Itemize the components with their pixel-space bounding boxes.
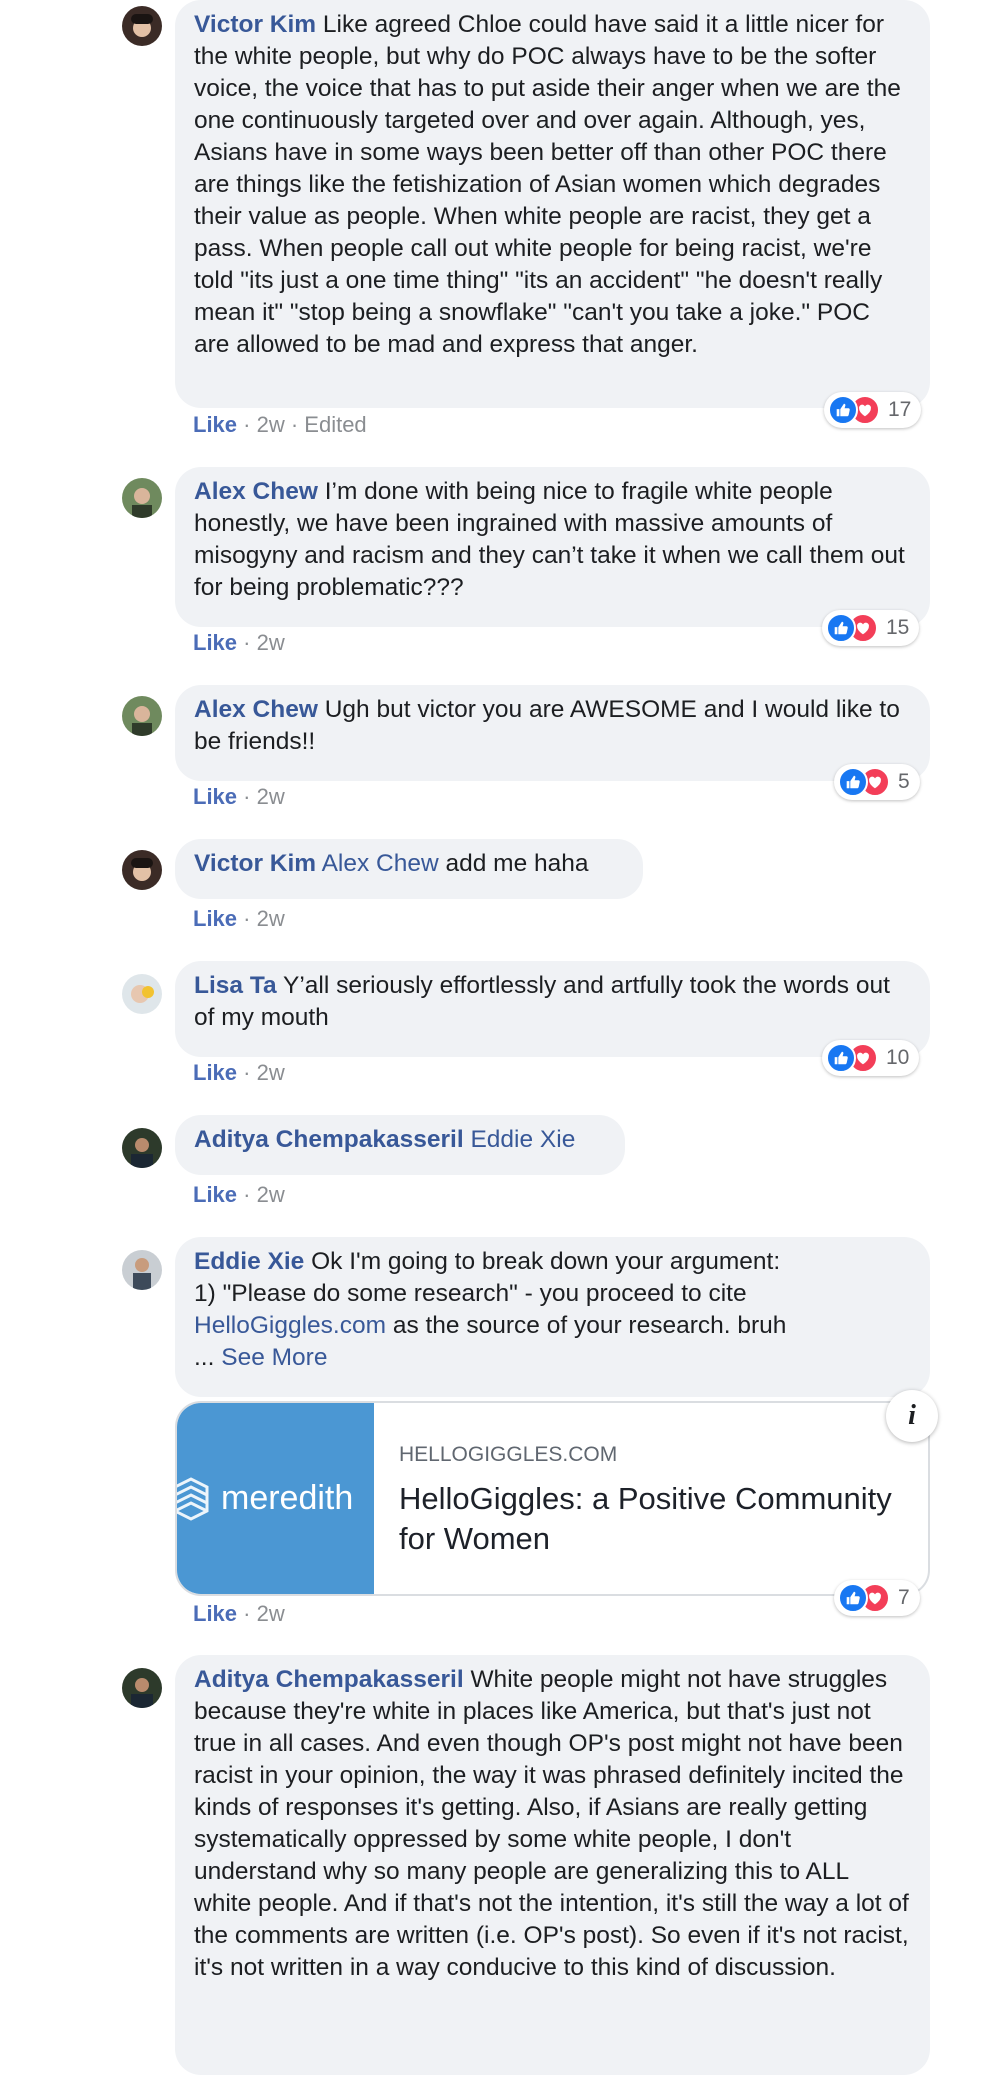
- avatar[interactable]: [122, 850, 162, 890]
- reaction-count: 15: [886, 616, 910, 639]
- comment-author[interactable]: Aditya Chempakasseril: [194, 1126, 464, 1153]
- like-link[interactable]: Like: [193, 906, 237, 931]
- comment-actions: Like · 2w: [193, 1060, 285, 1085]
- reaction-summary[interactable]: 17: [824, 392, 922, 428]
- comment-actions: Like · 2w: [193, 630, 285, 655]
- see-more-link[interactable]: See More: [221, 1344, 327, 1371]
- comment-bubble: Victor Kim Like agreed Chloe could have …: [175, 0, 930, 408]
- reaction-count: 5: [898, 770, 910, 793]
- comment-text-line2: 1) "Please do some research" - you proce…: [194, 1280, 747, 1307]
- timestamp[interactable]: 2w: [257, 1060, 285, 1085]
- comment-actions: Like · 2w: [193, 1182, 285, 1207]
- like-link[interactable]: Like: [193, 1601, 237, 1626]
- info-icon[interactable]: i: [886, 1390, 938, 1442]
- link-preview-title[interactable]: HelloGiggles: a Positive Community for W…: [399, 1479, 899, 1559]
- avatar[interactable]: [122, 478, 162, 518]
- comment-text: Like agreed Chloe could have said it a l…: [194, 11, 901, 358]
- timestamp[interactable]: 2w: [257, 1601, 285, 1626]
- reaction-count: 17: [888, 398, 912, 421]
- comment-bubble: Aditya Chempakasseril White people might…: [175, 1655, 930, 2075]
- comment-author[interactable]: Aditya Chempakasseril: [194, 1666, 464, 1693]
- like-link[interactable]: Like: [193, 630, 237, 655]
- comment-author[interactable]: Alex Chew: [194, 696, 318, 723]
- like-link[interactable]: Like: [193, 784, 237, 809]
- thumbs-up-icon: [838, 767, 868, 797]
- comment-author[interactable]: Victor Kim: [194, 11, 316, 38]
- link-preview-thumbnail: meredith: [177, 1403, 374, 1594]
- timestamp[interactable]: 2w: [257, 412, 285, 437]
- comment-actions: Like · 2w · Edited: [193, 412, 367, 437]
- ellipsis: ...: [194, 1344, 215, 1371]
- reaction-summary[interactable]: 7: [834, 1580, 920, 1616]
- link-preview-thumb-text: meredith: [221, 1479, 354, 1517]
- comment-author[interactable]: Victor Kim: [194, 850, 316, 877]
- comment-bubble: Lisa Ta Y’all seriously effortlessly and…: [175, 961, 930, 1057]
- reaction-count: 10: [886, 1046, 910, 1069]
- timestamp[interactable]: 2w: [257, 906, 285, 931]
- mention-link[interactable]: Eddie Xie: [470, 1126, 575, 1153]
- comment-actions: Like · 2w: [193, 784, 285, 809]
- comment-actions: Like · 2w: [193, 906, 285, 931]
- like-link[interactable]: Like: [193, 1060, 237, 1085]
- avatar[interactable]: [122, 1128, 162, 1168]
- comment-author[interactable]: Alex Chew: [194, 478, 318, 505]
- avatar[interactable]: [122, 1668, 162, 1708]
- timestamp[interactable]: 2w: [257, 630, 285, 655]
- reaction-count: 7: [898, 1586, 910, 1609]
- thumbs-up-icon: [826, 1043, 856, 1073]
- comment-text: White people might not have struggles be…: [194, 1666, 909, 1981]
- comment-bubble: Eddie Xie Ok I'm going to break down you…: [175, 1237, 930, 1397]
- timestamp[interactable]: 2w: [257, 1182, 285, 1207]
- comment-actions: Like · 2w: [193, 1601, 285, 1626]
- comment-bubble: Aditya Chempakasseril Eddie Xie: [175, 1115, 625, 1175]
- comment-bubble: Alex Chew Ugh but victor you are AWESOME…: [175, 685, 930, 781]
- thumbs-up-icon: [826, 613, 856, 643]
- like-link[interactable]: Like: [193, 412, 237, 437]
- comment-text: add me haha: [445, 850, 589, 877]
- timestamp[interactable]: 2w: [257, 784, 285, 809]
- reaction-summary[interactable]: 10: [822, 1040, 920, 1076]
- comment-bubble: Alex Chew I’m done with being nice to fr…: [175, 467, 930, 627]
- comment-author[interactable]: Lisa Ta: [194, 972, 277, 999]
- like-link[interactable]: Like: [193, 1182, 237, 1207]
- avatar[interactable]: [122, 696, 162, 736]
- reaction-summary[interactable]: 5: [834, 764, 920, 800]
- comment-author[interactable]: Eddie Xie: [194, 1248, 304, 1275]
- website-link[interactable]: HelloGiggles.com: [194, 1312, 386, 1339]
- comment-text: Ok I'm going to break down your argument…: [311, 1248, 781, 1275]
- mention-link[interactable]: Alex Chew: [322, 850, 439, 877]
- reaction-summary[interactable]: 15: [822, 610, 920, 646]
- edited-label[interactable]: Edited: [304, 412, 366, 437]
- comment-text-line3: as the source of your research. bruh: [392, 1312, 787, 1339]
- thumbs-up-icon: [838, 1583, 868, 1613]
- avatar[interactable]: [122, 974, 162, 1014]
- avatar[interactable]: [122, 1250, 162, 1290]
- link-preview-domain: HELLOGIGGLES.COM: [399, 1443, 618, 1466]
- meredith-logo-icon: [177, 1476, 209, 1521]
- comment-bubble: Victor Kim Alex Chew add me haha: [175, 839, 643, 899]
- link-preview-card[interactable]: meredith HELLOGIGGLES.COM HelloGiggles: …: [175, 1401, 930, 1596]
- comment-text: Y’all seriously effortlessly and artfull…: [194, 972, 890, 1031]
- thumbs-up-icon: [828, 395, 858, 425]
- avatar[interactable]: [122, 6, 162, 46]
